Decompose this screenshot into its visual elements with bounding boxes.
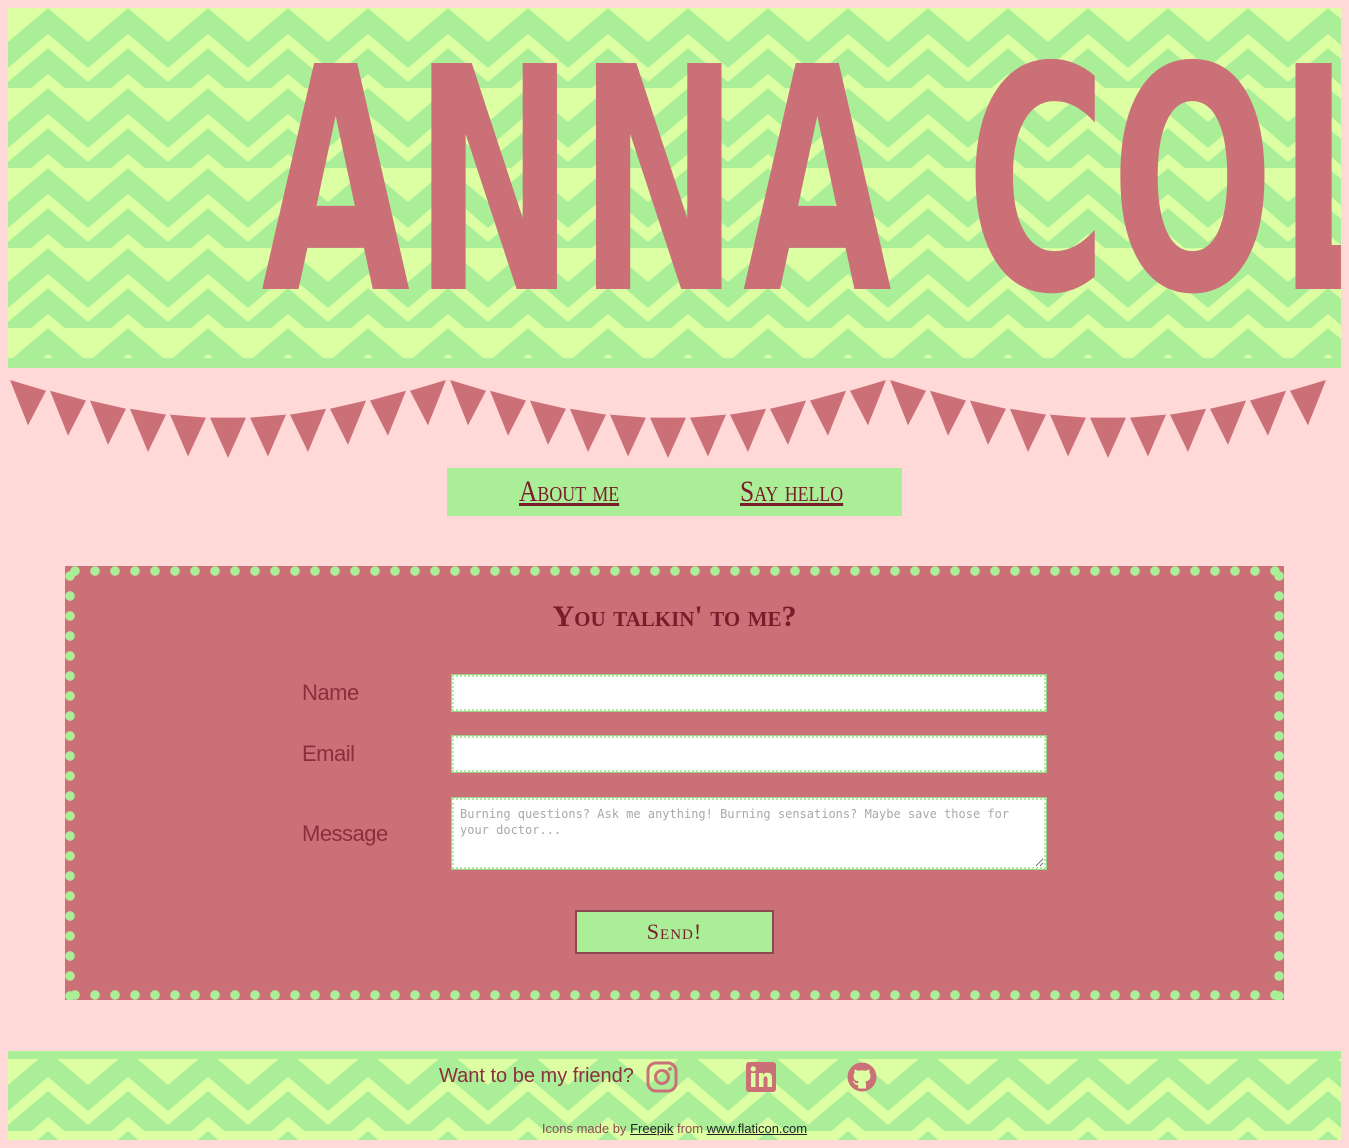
bunting-flag xyxy=(90,400,126,445)
bunting-flag xyxy=(250,414,286,457)
bunting-flag xyxy=(1130,414,1166,457)
dotted-border-top xyxy=(65,566,1284,576)
message-textarea[interactable] xyxy=(451,797,1047,870)
site-title: ANNA COLE xyxy=(261,8,1341,363)
bunting-flag xyxy=(370,390,406,436)
footer-band xyxy=(8,1051,1341,1059)
header-band xyxy=(8,358,1341,368)
contact-panel: You talkin' to me? Name Email Message Se… xyxy=(65,566,1284,1000)
bunting-flag xyxy=(1290,380,1326,426)
site-header: ANNA COLE xyxy=(8,8,1341,368)
bunting-flag xyxy=(50,390,86,436)
main-nav: About me Say hello xyxy=(447,468,902,516)
bunting-flag xyxy=(650,417,686,458)
credits-prefix: Icons made by xyxy=(541,1121,627,1136)
bunting-flag xyxy=(850,380,886,426)
bunting-flag xyxy=(170,414,206,457)
freepik-link[interactable]: Freepik xyxy=(630,1121,673,1136)
nav-link-about[interactable]: About me xyxy=(519,474,619,510)
bunting-flag xyxy=(1010,408,1046,452)
name-input[interactable] xyxy=(451,674,1047,712)
email-label: Email xyxy=(302,741,355,766)
bunting-flag xyxy=(210,417,246,458)
bunting-flag xyxy=(570,408,606,452)
github-icon[interactable] xyxy=(846,1061,878,1093)
credits-middle: from xyxy=(677,1121,704,1136)
send-button[interactable]: Send! xyxy=(575,910,774,954)
bunting-flag xyxy=(530,400,566,445)
bunting-flag xyxy=(890,380,926,426)
linkedin-icon[interactable] xyxy=(745,1061,777,1093)
bunting-flag xyxy=(450,380,486,426)
bunting-flag xyxy=(1170,408,1206,452)
bunting-flag xyxy=(330,400,366,445)
bunting-flag xyxy=(130,408,166,452)
dotted-border-bottom xyxy=(65,990,1284,1000)
bunting-flag xyxy=(290,408,326,452)
bunting-flag xyxy=(810,390,846,436)
email-input[interactable] xyxy=(451,735,1047,773)
bunting-decoration xyxy=(10,380,1326,458)
bunting-flag xyxy=(690,414,726,457)
bunting-flag xyxy=(1210,400,1246,445)
message-label: Message xyxy=(302,821,388,846)
bunting-flag xyxy=(490,390,526,436)
bunting-flag xyxy=(770,400,806,445)
instagram-icon[interactable] xyxy=(646,1061,678,1093)
flaticon-link[interactable]: www.flaticon.com xyxy=(707,1121,807,1136)
bunting-flag xyxy=(610,414,646,457)
bunting-flag xyxy=(1090,417,1126,458)
form-title: You talkin' to me? xyxy=(552,600,797,633)
icon-credits: Icons made by Freepik from www.flaticon.… xyxy=(8,1121,1341,1136)
bunting-flag xyxy=(1050,414,1086,457)
bunting-flag xyxy=(970,400,1006,445)
bunting-flag xyxy=(1250,390,1286,436)
bunting-flag xyxy=(730,408,766,452)
nav-link-say-hello[interactable]: Say hello xyxy=(740,474,843,510)
bunting-flag xyxy=(930,390,966,436)
bunting-flag xyxy=(410,380,446,426)
name-label: Name xyxy=(302,680,359,705)
friend-text: Want to be my friend? xyxy=(439,1065,634,1087)
site-footer: Want to be my friend? Icons made by Free… xyxy=(8,1051,1341,1140)
bunting-flag xyxy=(10,380,46,426)
